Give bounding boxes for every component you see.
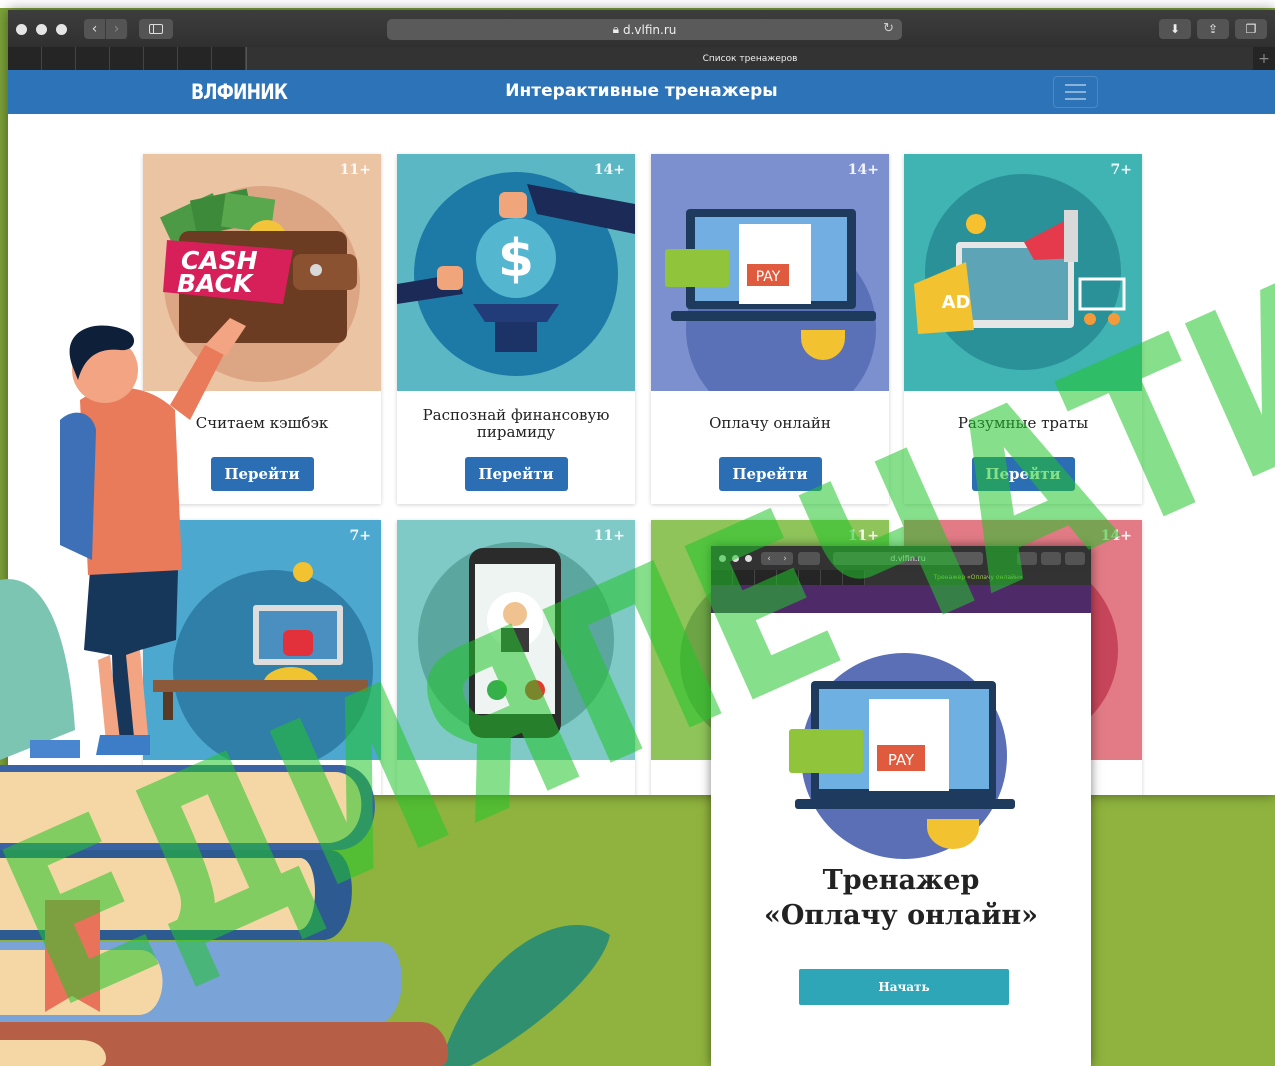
popup-tab-bar: Тренажер «Оплачу онлайн» (711, 570, 1091, 585)
popup-tabs-icon[interactable] (1065, 552, 1085, 565)
popup-heading-line2: «Оплачу онлайн» (763, 899, 1039, 931)
ad-illustration (904, 154, 1142, 391)
menu-icon[interactable] (1053, 76, 1098, 108)
popup-sidebar-icon[interactable] (798, 552, 820, 565)
popup-window-controls[interactable] (719, 555, 752, 562)
popup-pay-text: PAY (888, 751, 915, 769)
age-badge: 14+ (1100, 528, 1132, 544)
go-button[interactable]: Перейти (971, 457, 1075, 491)
boy-backpack (60, 412, 96, 560)
card-image: AD 7+ (904, 154, 1142, 391)
popup-share-icon[interactable] (1041, 552, 1061, 565)
reload-icon[interactable]: ↻ (883, 21, 894, 36)
share-icon[interactable]: ⇪ (1197, 19, 1229, 39)
popup-laptop-illustration: PAY (789, 653, 1015, 859)
age-badge: 11+ (847, 528, 879, 544)
bookmark-ribbon (45, 900, 100, 1012)
boy-shoe (96, 735, 150, 755)
boy-shirt (80, 387, 182, 575)
age-badge: 14+ (847, 162, 879, 178)
age-badge: 7+ (1110, 162, 1132, 178)
tabs-overview-icon[interactable]: ❐ (1235, 19, 1267, 39)
card-title: Разумные траты (957, 414, 1089, 433)
new-tab-icon[interactable]: + (1253, 47, 1275, 70)
popup-nav-icon[interactable]: ‹ › (761, 552, 793, 565)
card-smart-spending: AD 7+ Разумные траты Перейти (904, 154, 1142, 504)
popup-browser-window: ‹ › d.vlfin.ru Тренажер «Оплачу онлайн» P… (711, 546, 1091, 1066)
start-button[interactable]: Начать (799, 969, 1009, 1005)
popup-download-icon[interactable] (1017, 552, 1037, 565)
popup-heading-line1: Тренажер (822, 865, 980, 896)
popup-heading: Тренажер «Оплачу онлайн» (711, 864, 1091, 933)
download-icon[interactable]: ⬇ (1159, 19, 1191, 39)
go-button[interactable]: Перейти (718, 457, 822, 491)
toolbar-right: ⬇ ⇪ ❐ (1159, 19, 1267, 39)
popup-toolbar-right (1017, 552, 1085, 565)
leaf-shape (440, 924, 610, 1066)
popup-site-header (711, 585, 1091, 613)
boy-on-books-illustration (0, 318, 610, 1066)
popup-address-bar[interactable]: d.vlfin.ru (833, 552, 983, 565)
popup-toolbar: ‹ › d.vlfin.ru (711, 546, 1091, 570)
bush-shape (0, 579, 75, 760)
popup-active-tab[interactable]: Тренажер «Оплачу онлайн» (865, 570, 1091, 585)
